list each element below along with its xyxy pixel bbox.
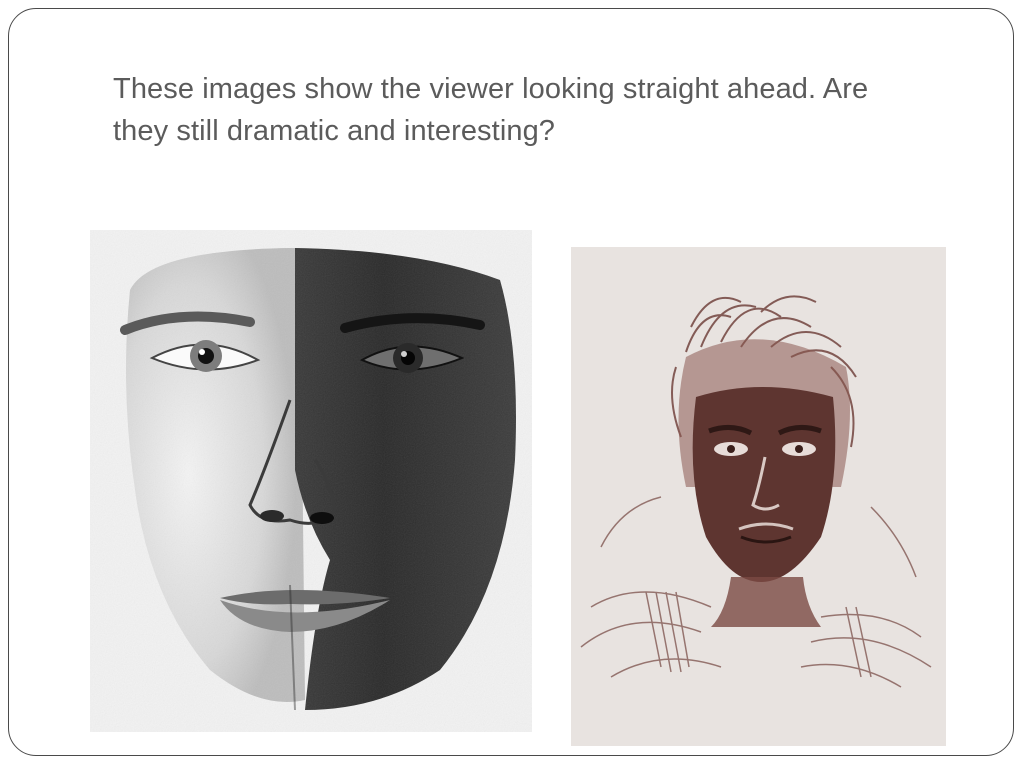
slide-title: These images show the viewer looking str…	[113, 68, 973, 152]
slide-title-line-1: These images show the viewer looking str…	[113, 73, 869, 105]
slide: These images show the viewer looking str…	[0, 0, 1024, 768]
charcoal-face-drawing	[90, 230, 532, 732]
sepia-portrait-sketch	[571, 247, 946, 746]
sepia-portrait-illustration	[571, 247, 946, 746]
slide-title-line-2: they still dramatic and interesting?	[113, 115, 556, 147]
charcoal-face-illustration	[90, 230, 532, 732]
